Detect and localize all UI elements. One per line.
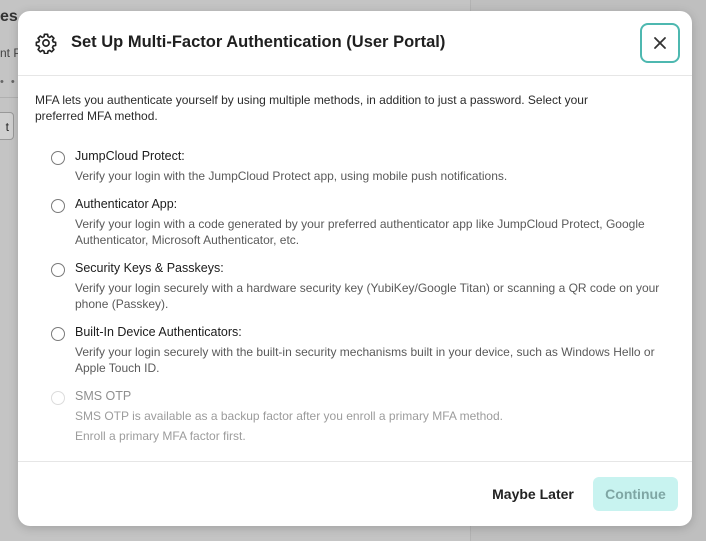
- option-description: Verify your login with a code generated …: [75, 217, 645, 247]
- footer-divider: [18, 461, 692, 462]
- close-button[interactable]: [640, 23, 680, 63]
- option-description: Verify your login securely with the buil…: [75, 345, 655, 375]
- background-button: t: [0, 112, 14, 140]
- radio-jumpcloud-protect[interactable]: [51, 151, 65, 165]
- intro-text: MFA lets you authenticate yourself by us…: [35, 93, 588, 123]
- close-icon: [654, 37, 666, 49]
- option-disabled-note: Enroll a primary MFA factor first.: [75, 429, 246, 443]
- continue-button[interactable]: Continue: [593, 477, 678, 511]
- option-title: SMS OTP: [75, 389, 132, 403]
- radio-built-in-device-authenticators[interactable]: [51, 327, 65, 341]
- dialog-title: Set Up Multi-Factor Authentication (User…: [71, 33, 446, 51]
- option-title: JumpCloud Protect:: [75, 149, 185, 163]
- radio-security-keys-passkeys[interactable]: [51, 263, 65, 277]
- option-title: Built-In Device Authenticators:: [75, 325, 242, 339]
- option-title: Security Keys & Passkeys:: [75, 261, 224, 275]
- mfa-setup-dialog: Set Up Multi-Factor Authentication (User…: [18, 11, 692, 526]
- option-description: Verify your login securely with a hardwa…: [75, 281, 660, 311]
- option-description: Verify your login with the JumpCloud Pro…: [75, 169, 508, 183]
- dialog-header: Set Up Multi-Factor Authentication (User…: [18, 11, 692, 76]
- option-description: SMS OTP is available as a backup factor …: [75, 409, 503, 423]
- gear-icon: [35, 33, 57, 54]
- radio-sms-otp: [51, 391, 65, 405]
- radio-authenticator-app[interactable]: [51, 199, 65, 213]
- maybe-later-button[interactable]: Maybe Later: [483, 477, 583, 511]
- option-title: Authenticator App:: [75, 197, 178, 211]
- background-title: es: [0, 8, 18, 25]
